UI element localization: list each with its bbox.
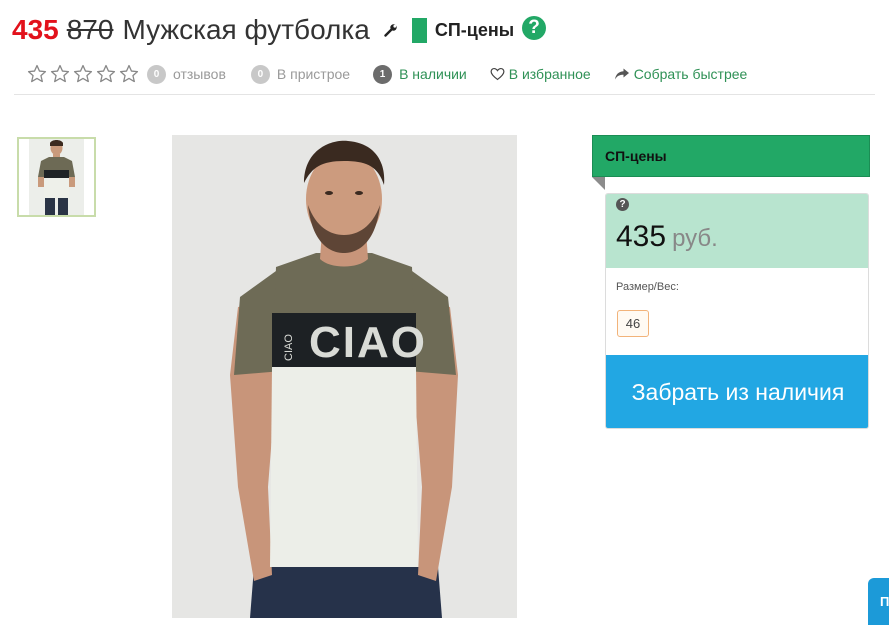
product-meta-row: 0 отзывов 0 В пристрое 1 В наличии В изб… — [26, 62, 747, 86]
header-divider — [14, 94, 875, 95]
question-circle-icon[interactable]: ? — [522, 16, 547, 40]
favorite-label: В избранное — [508, 66, 591, 82]
star-outline-icon[interactable] — [95, 63, 117, 85]
panel-price-value: 435 — [616, 220, 667, 253]
star-outline-icon[interactable] — [49, 63, 71, 85]
star-outline-icon[interactable] — [72, 63, 94, 85]
price-panel: ? 435 руб. Размер/Вес: 46 Забрать из нали… — [605, 193, 869, 429]
stock-link[interactable]: 1 В наличии — [373, 64, 467, 84]
reviews-count-badge: 0 — [147, 64, 166, 84]
price-area: ? 435 руб. — [606, 194, 868, 268]
wrench-icon[interactable] — [384, 23, 398, 37]
svg-text:CIAO: CIAO — [283, 334, 295, 361]
share-arrow-icon — [614, 68, 629, 80]
take-from-stock-button[interactable]: Забрать из наличия — [606, 355, 868, 428]
product-thumbnail[interactable] — [17, 137, 96, 217]
heart-icon — [490, 67, 505, 81]
collect-faster-label: Собрать быстрее — [633, 66, 748, 82]
size-label: Размер/Вес: — [616, 281, 679, 293]
size-option-46[interactable]: 46 — [617, 310, 649, 337]
star-outline-icon[interactable] — [26, 63, 48, 85]
attached-link[interactable]: 0 В пристрое — [250, 64, 351, 84]
sp-price-panel-header: СП-цены — [592, 135, 870, 177]
reviews-label: отзывов — [173, 66, 226, 82]
chat-button[interactable]: П — [868, 578, 889, 625]
ribbon-fold — [592, 177, 605, 190]
product-title-row: 435 870 Мужская футболка СП-цены ? — [12, 12, 547, 48]
collect-faster-link[interactable]: Собрать быстрее — [614, 66, 748, 82]
question-circle-icon[interactable]: ? — [616, 198, 629, 211]
product-title: Мужская футболка — [122, 14, 370, 45]
star-outline-icon[interactable] — [118, 63, 140, 85]
sp-price-label[interactable]: СП-цены — [435, 20, 514, 41]
favorite-link[interactable]: В избранное — [490, 66, 591, 82]
panel-price-currency: руб. — [672, 225, 718, 252]
sp-price-marker — [411, 17, 427, 43]
attached-label: В пристрое — [276, 66, 351, 82]
panel-price: 435 руб. — [616, 220, 718, 254]
price-new: 435 — [12, 14, 59, 45]
stock-count-badge: 1 — [373, 64, 393, 84]
attached-count-badge: 0 — [250, 64, 270, 84]
rating-stars[interactable] — [26, 63, 140, 85]
price-old: 870 — [66, 14, 114, 45]
product-photo: CIAO CIAO — [172, 135, 517, 618]
reviews-link[interactable]: 0 отзывов — [147, 64, 226, 84]
stock-label: В наличии — [399, 66, 467, 82]
svg-text:CIAO: CIAO — [309, 318, 427, 367]
product-main-image[interactable]: CIAO CIAO — [172, 135, 517, 618]
thumbnail-image — [19, 139, 94, 215]
